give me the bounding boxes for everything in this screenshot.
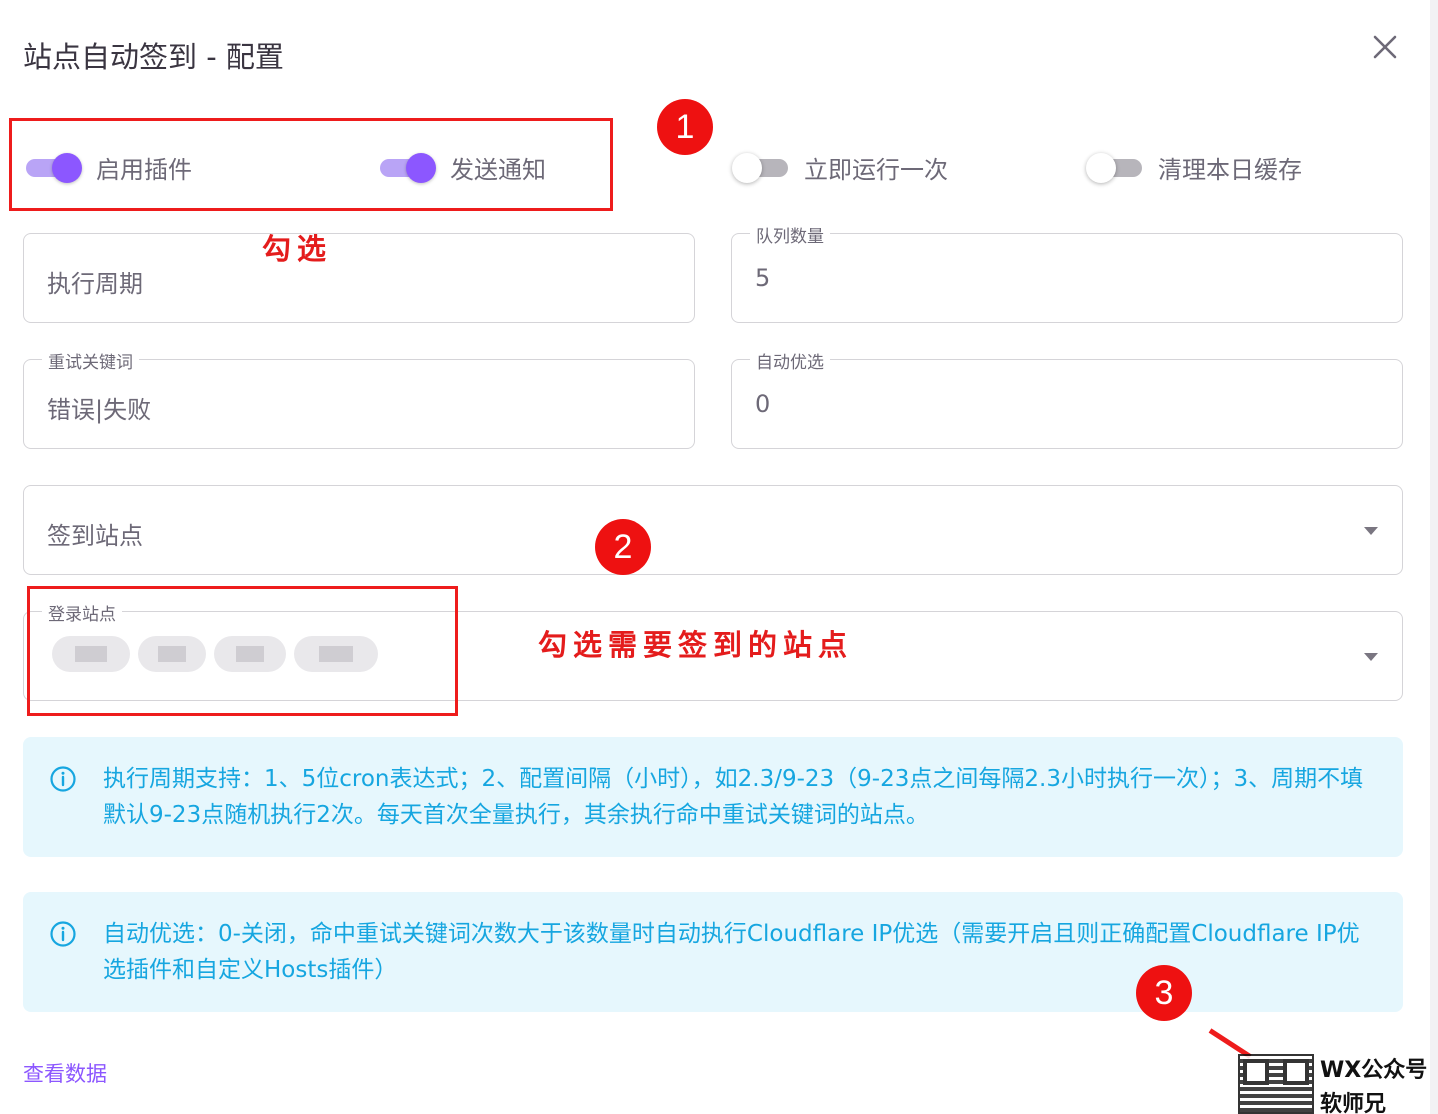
annotation-box-switches	[9, 118, 613, 211]
watermark-line1: WX公众号	[1320, 1058, 1428, 1083]
cron-placeholder: 执行周期	[47, 270, 143, 298]
watermark: WX公众号 软师兄	[1238, 1050, 1438, 1114]
qr-code-icon	[1238, 1054, 1314, 1114]
retry-keywords-field[interactable]: 重试关键词 错误|失败	[23, 348, 695, 449]
dialog-edge	[1430, 0, 1438, 1114]
auto-optimize-field[interactable]: 自动优选 0	[731, 348, 1403, 449]
auto-optimize-label: 自动优选	[750, 348, 830, 373]
close-icon	[1373, 35, 1397, 59]
clear-cache-toggle[interactable]	[1086, 147, 1146, 187]
optimize-info-alert: 自动优选：0-关闭，命中重试关键词次数大于该数量时自动执行Cloudflare …	[23, 892, 1403, 1012]
info-icon	[50, 921, 76, 947]
sign-sites-select[interactable]: 签到站点	[23, 485, 1403, 575]
chevron-down-icon	[1364, 527, 1378, 535]
info-icon	[50, 766, 76, 792]
queue-count-value: 5	[755, 264, 771, 292]
cron-info-alert: 执行周期支持：1、5位cron表达式；2、配置间隔（小时），如2.3/9-23（…	[23, 737, 1403, 857]
retry-keywords-label: 重试关键词	[42, 348, 139, 373]
auto-optimize-value: 0	[755, 390, 771, 418]
clear-cache-label: 清理本日缓存	[1158, 155, 1302, 184]
close-button[interactable]	[1368, 30, 1402, 64]
sign-sites-placeholder: 签到站点	[47, 522, 143, 550]
chevron-down-icon	[1364, 653, 1378, 661]
view-data-link[interactable]: 查看数据	[23, 1058, 107, 1088]
watermark-line2: 软师兄	[1320, 1092, 1387, 1114]
annotation-badge-1: 1	[657, 99, 713, 155]
annotation-box-login-sites	[27, 586, 458, 716]
switch-run-once[interactable]: 立即运行一次	[732, 140, 948, 194]
run-once-toggle[interactable]	[732, 147, 792, 187]
annotation-badge-2: 2	[595, 519, 651, 575]
annotation-note-check: 勾选	[262, 232, 333, 266]
annotation-badge-3: 3	[1136, 965, 1192, 1021]
annotation-note-sites: 勾选需要签到的站点	[538, 628, 854, 662]
retry-keywords-value: 错误|失败	[47, 396, 152, 424]
switch-clear-cache[interactable]: 清理本日缓存	[1086, 140, 1302, 194]
run-once-label: 立即运行一次	[804, 155, 948, 184]
queue-count-label: 队列数量	[750, 222, 830, 247]
cron-info-text: 执行周期支持：1、5位cron表达式；2、配置间隔（小时），如2.3/9-23（…	[103, 766, 1364, 828]
queue-count-field[interactable]: 队列数量 5	[731, 222, 1403, 323]
dialog-title: 站点自动签到 - 配置	[23, 40, 284, 74]
cron-field[interactable]: 执行周期	[23, 233, 695, 323]
